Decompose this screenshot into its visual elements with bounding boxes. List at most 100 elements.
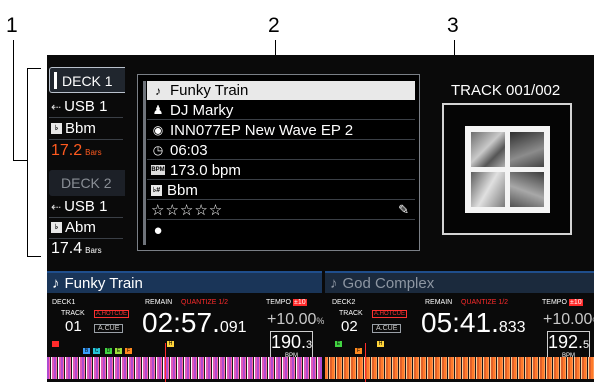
deck-strip-2-remain: REMAIN: [425, 299, 453, 306]
tab-deck-2[interactable]: DECK 2: [49, 170, 125, 196]
deck-strip-2-tempo-value: +10.00: [543, 311, 593, 328]
deck-1-source: ⇠ USB 1: [51, 98, 107, 115]
cue-marker-e: E: [335, 341, 342, 347]
deck-2-bars-unit: Bars: [85, 246, 102, 255]
deck-1-key: ♭ Bbm: [51, 120, 96, 137]
deck-strip-1: ♪ Funky Train DECK1 REMAIN QUANTIZE 1/2 …: [47, 271, 324, 382]
info-row-color[interactable]: ●: [147, 221, 415, 240]
info-row-duration[interactable]: ◷ 06:03: [147, 141, 415, 160]
info-row-key[interactable]: ♭# Bbm: [147, 181, 415, 200]
callout-1: 1: [6, 14, 18, 37]
cue-marker-b: B: [83, 348, 90, 354]
deck-strip-1-bpm-main: 190.: [271, 332, 307, 352]
deck-strip-2-track-number: 02: [341, 318, 358, 335]
deck-strip-1-tempo: +10.00%: [267, 311, 324, 329]
leader-line-1-bracket: [27, 68, 28, 256]
info-row-album[interactable]: ◉ INN077EP New Wave EP 2: [147, 121, 415, 140]
divider: [49, 217, 123, 218]
leader-line-1-h: [13, 160, 27, 161]
deck-strip-2-tempo-range: ±10: [569, 299, 583, 306]
music-note-icon: ♪: [52, 274, 60, 292]
track-album: INN077EP New Wave EP 2: [170, 121, 354, 139]
deck-strip-2-track-label: TRACK: [339, 310, 363, 317]
cue-marker-h: H: [377, 341, 384, 347]
deck-2-source: ⇠ USB 1: [51, 198, 107, 215]
deck-1-key-label: Bbm: [65, 120, 96, 137]
cue-marker-red: [52, 341, 59, 347]
playhead-deck-1: [165, 343, 166, 382]
leader-line-1-bottom: [27, 256, 41, 257]
deck-2-tab-label: DECK 2: [61, 175, 112, 191]
track-counter: TRACK 001/002: [451, 82, 561, 99]
playhead-deck-2: [365, 343, 366, 382]
divider: [49, 117, 123, 118]
deck-strip-1-remain: REMAIN: [145, 299, 173, 306]
deck-strip-2-tempo-label: TEMPO: [542, 299, 567, 306]
deck-1-bars-value: 17.2: [51, 142, 83, 159]
deck-strip-2: ♪ God Complex DECK2 REMAIN QUANTIZE 1/2 …: [325, 271, 594, 382]
deck-strip-2-deck-label: DECK2: [332, 299, 356, 306]
divider: [49, 238, 123, 239]
deck-strip-1-acue[interactable]: A.CUE: [94, 324, 124, 333]
deck-1-bars-unit: Bars: [85, 148, 102, 157]
deck-strip-2-acue[interactable]: A.CUE: [372, 324, 402, 333]
deck-strip-2-bpm-dec: 5: [583, 339, 590, 351]
cue-marker-c: C: [93, 348, 100, 354]
leader-line-1-top: [27, 68, 41, 69]
key-icon: ♭: [51, 123, 62, 134]
cue-marker-h: H: [167, 341, 174, 347]
deck-strip-2-tempo: +10.00%: [543, 311, 594, 329]
track-bpm: 173.0 bpm: [170, 161, 241, 179]
scrollbar[interactable]: [143, 81, 146, 245]
usb-icon: ⇠: [51, 99, 62, 114]
deck-strip-1-deck-label: DECK1: [52, 299, 76, 306]
deck-strip-1-tempo-value: +10.00: [267, 311, 317, 328]
track-duration: 06:03: [170, 141, 208, 159]
info-row-bpm[interactable]: BPM 173.0 bpm: [147, 161, 415, 180]
deck-strip-2-hotcue[interactable]: A.HOTCUE: [372, 310, 408, 318]
deck-2-bars-value: 17.4: [51, 240, 83, 257]
music-note-icon: ♪: [330, 274, 338, 292]
deck-strip-2-time: 05:41.833: [421, 307, 526, 339]
cue-marker-e: E: [115, 348, 122, 354]
cdj-screen: DECK 1 ⇠ USB 1 ♭ Bbm 17.2 Bars DECK 2 ⇠ U…: [47, 55, 594, 382]
deck-2-key: ♭ Abm: [51, 219, 96, 236]
deck-strip-1-track-label: TRACK: [61, 310, 85, 317]
info-row-rating[interactable]: ☆☆☆☆☆ ✎: [147, 201, 415, 220]
waveform-deck-1[interactable]: [47, 357, 322, 379]
clock-icon: ◷: [152, 143, 164, 157]
music-note-icon: ♪: [155, 83, 161, 98]
artwork-pane: [471, 172, 505, 207]
color-dot-icon: ●: [153, 222, 163, 239]
track-info-panel: ♪ Funky Train ♟ DJ Marky ◉ INN077EP New …: [137, 74, 420, 251]
deck-strip-2-time-ms: 833: [498, 319, 526, 336]
deck-strip-1-quantize: QUANTIZE 1/2: [181, 299, 229, 306]
pencil-icon[interactable]: ✎: [398, 202, 409, 218]
info-row-artist[interactable]: ♟ DJ Marky: [147, 101, 415, 120]
deck-strip-2-quantize: QUANTIZE 1/2: [461, 299, 509, 306]
info-row-title[interactable]: ♪ Funky Train: [147, 81, 415, 100]
callout-2: 2: [268, 14, 280, 37]
deck-strip-1-header: ♪ Funky Train: [47, 273, 322, 293]
deck-2-source-label: USB 1: [64, 198, 108, 215]
divider: [49, 139, 123, 140]
deck-strip-1-tempo-label: TEMPO: [266, 299, 291, 306]
cue-marker-f: F: [125, 348, 132, 354]
key-icon: ♭#: [151, 184, 162, 196]
deck-1-bars: 17.2 Bars: [51, 142, 102, 160]
deck-1-tab-label: DECK 1: [62, 73, 113, 89]
artwork-pane: [471, 132, 505, 167]
deck-strip-1-time: 02:57.091: [142, 307, 247, 339]
callout-3: 3: [447, 14, 459, 37]
tab-deck-1[interactable]: DECK 1: [49, 67, 125, 93]
deck-strip-1-time-ms: 091: [219, 319, 247, 336]
track-key: Bbm: [167, 181, 198, 199]
deck-strip-1-hotcue[interactable]: A.HOTCUE: [94, 310, 130, 318]
cue-marker-f: F: [355, 348, 362, 354]
deck-strip-1-bpm-dec: 3: [306, 339, 313, 351]
bpm-icon: BPM: [151, 165, 165, 175]
leader-line-1: [13, 40, 14, 160]
deck-strip-1-tempo-range: ±10: [293, 299, 307, 306]
deck-strip-2-title: God Complex: [342, 274, 435, 292]
key-icon: ♭: [51, 222, 62, 233]
